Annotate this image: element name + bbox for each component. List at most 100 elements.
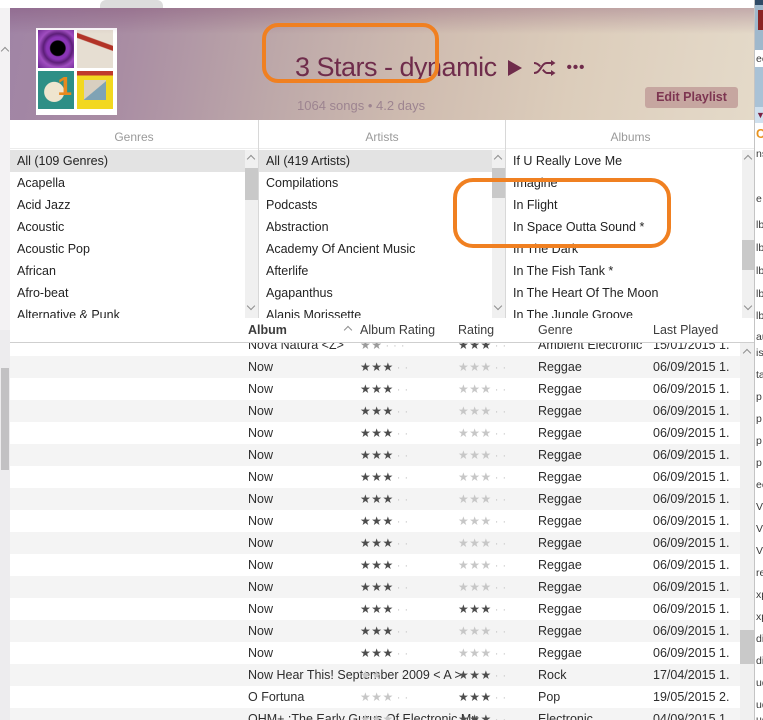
star-rating[interactable]: ★★★ ·· bbox=[458, 400, 510, 422]
star-rating[interactable]: ★★★ ·· bbox=[458, 642, 510, 664]
list-item[interactable]: All (419 Artists) bbox=[259, 150, 505, 172]
star-rating[interactable]: ★★★ ·· bbox=[360, 400, 412, 422]
table-row[interactable]: Now Hear This! September 2009 < A > ★★ ···… bbox=[10, 664, 740, 686]
star-rating[interactable]: ★★★ ·· bbox=[360, 686, 412, 708]
scroll-up-icon[interactable] bbox=[493, 154, 503, 164]
list-item[interactable]: Agapanthus bbox=[259, 282, 505, 304]
edit-playlist-button[interactable]: Edit Playlist bbox=[645, 87, 738, 108]
table-row[interactable]: Now ★★★ ·· ★★★ ·· Reggae 06/09/2015 1. bbox=[10, 444, 740, 466]
window-tab[interactable] bbox=[100, 0, 163, 8]
list-item[interactable]: If U Really Love Me bbox=[506, 150, 755, 172]
star-rating[interactable]: ★★★ ·· bbox=[360, 444, 412, 466]
star-rating[interactable]: ★★★ ·· bbox=[360, 356, 412, 378]
star-rating[interactable]: ★★★ ·· bbox=[458, 664, 510, 686]
table-row[interactable]: Now ★★★ ·· ★★★ ·· Reggae 06/09/2015 1. bbox=[10, 598, 740, 620]
list-item[interactable]: Acapella bbox=[10, 172, 258, 194]
list-item[interactable]: Abstraction bbox=[259, 216, 505, 238]
table-row[interactable]: Now ★★★ ·· ★★★ ·· Reggae 06/09/2015 1. bbox=[10, 466, 740, 488]
star-rating[interactable]: ★★★ ·· bbox=[360, 378, 412, 400]
list-item[interactable]: Alternative & Punk bbox=[10, 304, 258, 318]
star-rating[interactable]: ★★★ ·· bbox=[458, 510, 510, 532]
table-row[interactable]: OHM+ :The Early Gurus Of Electronic Mu..… bbox=[10, 708, 740, 720]
table-row[interactable]: Now ★★★ ·· ★★★ ·· Reggae 06/09/2015 1. bbox=[10, 510, 740, 532]
more-options-icon[interactable]: ••• bbox=[567, 59, 586, 76]
table-row[interactable]: Now ★★★ ·· ★★★ ·· Reggae 06/09/2015 1. bbox=[10, 532, 740, 554]
star-rating[interactable]: ★★★ ·· bbox=[458, 422, 510, 444]
artists-column-header[interactable]: Artists bbox=[259, 130, 505, 149]
list-item[interactable]: Imagine bbox=[506, 172, 755, 194]
play-icon[interactable] bbox=[507, 59, 522, 76]
star-rating[interactable]: ★★★ ·· bbox=[360, 510, 412, 532]
star-rating[interactable]: ★★★ ·· bbox=[360, 422, 412, 444]
scroll-down-icon[interactable] bbox=[493, 301, 503, 311]
table-row[interactable]: Now ★★★ ·· ★★★ ·· Reggae 06/09/2015 1. bbox=[10, 554, 740, 576]
table-row[interactable]: O Fortuna ★★★ ·· ★★★ ·· Pop 19/05/2015 2. bbox=[10, 686, 740, 708]
list-item[interactable]: In The Heart Of The Moon bbox=[506, 282, 755, 304]
sort-ascending-icon[interactable] bbox=[343, 325, 353, 335]
genres-scrollbar[interactable] bbox=[245, 150, 258, 318]
artists-scrollbar-thumb[interactable] bbox=[492, 168, 505, 198]
star-rating[interactable]: ★★★ ·· bbox=[360, 554, 412, 576]
star-rating[interactable]: ★★★ ·· bbox=[458, 686, 510, 708]
left-scrollbar-thumb[interactable] bbox=[1, 368, 9, 470]
shuffle-icon[interactable] bbox=[533, 59, 556, 76]
table-row[interactable]: Now ★★★ ·· ★★★ ·· Reggae 06/09/2015 1. bbox=[10, 356, 740, 378]
list-item[interactable]: Academy Of Ancient Music bbox=[259, 238, 505, 260]
scroll-up-icon[interactable] bbox=[0, 46, 10, 56]
scroll-down-icon[interactable] bbox=[743, 301, 753, 311]
table-scrollbar-thumb[interactable] bbox=[740, 630, 754, 664]
table-scrollbar[interactable] bbox=[740, 342, 754, 720]
artists-scrollbar[interactable] bbox=[492, 150, 505, 318]
star-rating[interactable]: ★★ ··· bbox=[360, 664, 409, 686]
star-rating[interactable]: ★★★ ·· bbox=[458, 488, 510, 510]
table-row[interactable]: Now ★★★ ·· ★★★ ·· Reggae 06/09/2015 1. bbox=[10, 642, 740, 664]
column-header-album-rating[interactable]: Album Rating bbox=[360, 318, 435, 342]
list-item[interactable]: In The Fish Tank * bbox=[506, 260, 755, 282]
star-rating[interactable]: ★★★ ·· bbox=[458, 532, 510, 554]
albums-column-header[interactable]: Albums bbox=[506, 130, 755, 149]
star-rating[interactable]: ★★★ ·· bbox=[458, 466, 510, 488]
list-item[interactable]: Acid Jazz bbox=[10, 194, 258, 216]
star-rating[interactable]: ★★★ ·· bbox=[360, 620, 412, 642]
table-row[interactable]: Now ★★★ ·· ★★★ ·· Reggae 06/09/2015 1. bbox=[10, 488, 740, 510]
table-row[interactable]: Now ★★★ ·· ★★★ ·· Reggae 06/09/2015 1. bbox=[10, 576, 740, 598]
list-item[interactable]: In The Jungle Groove bbox=[506, 304, 755, 318]
star-rating[interactable]: ★★★ ·· bbox=[458, 356, 510, 378]
list-item[interactable]: Alanis Morissette bbox=[259, 304, 505, 318]
list-item[interactable]: Compilations bbox=[259, 172, 505, 194]
genres-scrollbar-thumb[interactable] bbox=[245, 168, 258, 200]
list-item[interactable]: Afterlife bbox=[259, 260, 505, 282]
scroll-down-icon[interactable] bbox=[246, 301, 256, 311]
column-header-genre[interactable]: Genre bbox=[538, 318, 573, 342]
list-item[interactable]: In Space Outta Sound * bbox=[506, 216, 755, 238]
star-rating[interactable]: ★★★ ·· bbox=[458, 708, 510, 720]
list-item[interactable]: All (109 Genres) bbox=[10, 150, 258, 172]
table-row[interactable]: Now ★★★ ·· ★★★ ·· Reggae 06/09/2015 1. bbox=[10, 620, 740, 642]
scroll-up-icon[interactable] bbox=[742, 348, 752, 358]
star-rating[interactable]: ★★★ ·· bbox=[360, 642, 412, 664]
star-rating[interactable]: ★★★ ·· bbox=[458, 378, 510, 400]
column-header-album[interactable]: Album bbox=[248, 318, 287, 342]
star-rating[interactable]: ★★★ ·· bbox=[458, 598, 510, 620]
column-header-last-played[interactable]: Last Played bbox=[653, 318, 718, 342]
star-rating[interactable]: ★★★ ·· bbox=[458, 444, 510, 466]
star-rating[interactable]: ★★★ ·· bbox=[360, 598, 412, 620]
star-rating[interactable]: ★★★ ·· bbox=[458, 620, 510, 642]
list-item[interactable]: In Flight bbox=[506, 194, 755, 216]
table-row[interactable]: Now ★★★ ·· ★★★ ·· Reggae 06/09/2015 1. bbox=[10, 378, 740, 400]
list-item[interactable]: In The Dark bbox=[506, 238, 755, 260]
star-rating[interactable]: ★★★ ·· bbox=[360, 466, 412, 488]
list-item[interactable]: Acoustic bbox=[10, 216, 258, 238]
star-rating[interactable]: ★★★ ·· bbox=[360, 708, 412, 720]
star-rating[interactable]: ★★★ ·· bbox=[360, 532, 412, 554]
star-rating[interactable]: ★★★ ·· bbox=[360, 576, 412, 598]
star-rating[interactable]: ★★★ ·· bbox=[458, 576, 510, 598]
table-row[interactable]: Now ★★★ ·· ★★★ ·· Reggae 06/09/2015 1. bbox=[10, 400, 740, 422]
list-item[interactable]: Acoustic Pop bbox=[10, 238, 258, 260]
table-row[interactable]: Now ★★★ ·· ★★★ ·· Reggae 06/09/2015 1. bbox=[10, 422, 740, 444]
list-item[interactable]: Podcasts bbox=[259, 194, 505, 216]
star-rating[interactable]: ★★★ ·· bbox=[360, 488, 412, 510]
scroll-up-icon[interactable] bbox=[743, 154, 753, 164]
star-rating[interactable]: ★★★ ·· bbox=[458, 554, 510, 576]
scroll-up-icon[interactable] bbox=[246, 154, 256, 164]
